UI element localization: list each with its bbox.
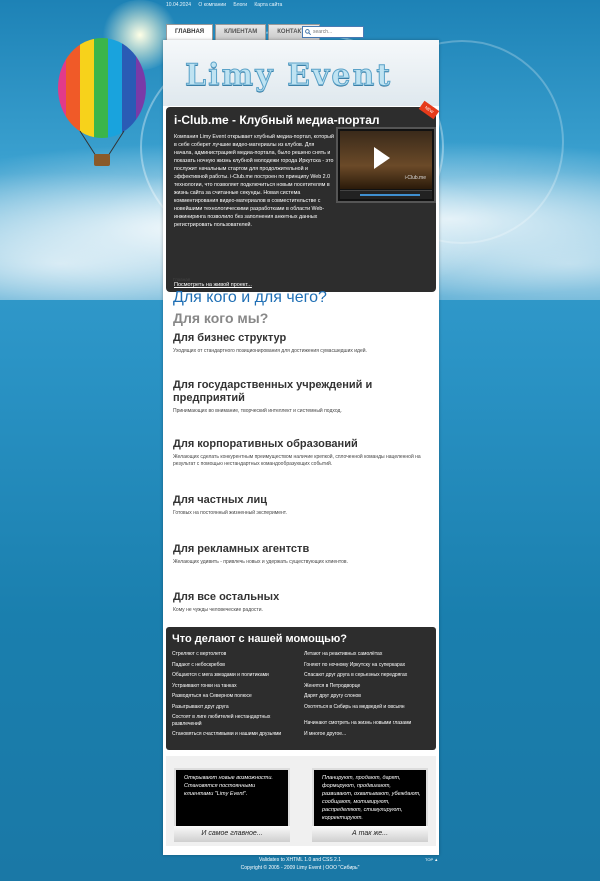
tab-clients[interactable]: Клиентам [215,24,267,40]
footer: Validates to XHTML 1.0 and CSS 2.1 Copyr… [0,856,600,872]
promo-card-caption: И самое главное... [174,826,290,842]
audience-title: Для частных лиц [173,494,268,506]
promo-card[interactable]: Открывают новые возможности. Становятся … [174,768,290,842]
what-we-do-left-list: Стреляют с вертолетов Падают с небоскреб… [172,649,300,740]
what-we-do-right-list: Летают на реактивных самолётах Гоняют по… [304,649,432,739]
audience-section: Для государственных учреждений и предпри… [173,379,428,415]
audience-title: Для рекламных агентств [173,543,310,555]
what-we-do-title: Что делают с нашей момощью? [172,633,347,645]
list-item: Охотяться в Сибирь на медведей и овсыян [304,703,405,710]
list-item: Общаются с мега звездами и политиками [172,672,269,678]
search-input[interactable] [313,29,361,35]
footer-copyright: Copyright © 2005 - 2009 Limy Event | ООО… [240,865,360,871]
top-bar-link-sitemap[interactable]: Карта сайта [254,2,282,8]
audience-text: Принимающих во внимание, творческий инте… [173,408,342,414]
play-icon[interactable] [374,147,390,169]
audience-text: Уходящих от стандартного позиционировани… [173,348,367,354]
search-box[interactable] [302,26,364,38]
list-item: Гоняют по ночному Иркутску на суперкарах [304,661,406,668]
header: Limy Event [163,40,439,106]
audience-title: Для все остальных [173,591,280,603]
list-item: Дарят друг другу слонов [304,693,361,699]
top-bar: 10.04.2024 О компании Блоги Карта сайта [166,0,288,10]
top-bar-date: 10.04.2024 [166,2,192,8]
what-we-do-panel: Что делают с нашей момощью? Стреляют с в… [166,627,436,750]
feature-text: Компания Limy Event открывает клубный ме… [174,134,334,228]
list-item: Стреляют с вертолетов [172,651,227,657]
top-bar-link-blogs[interactable]: Блоги [233,2,247,8]
feature-more-link[interactable]: Посмотреть на живой проект... [174,282,252,288]
feature-panel: NEW i-Club.me - Клубный медиа-портал Ком… [166,100,440,292]
video-controls[interactable] [340,190,432,199]
promo-card[interactable]: Планируют, продают, дарят, формируют, пр… [312,768,428,842]
list-item: Становяться счастливыми и нашими друзьям… [172,731,282,737]
audience-section: Для корпоративных образований Желающих с… [173,438,428,468]
breadcrumb[interactable]: Главная [173,277,190,282]
tab-home[interactable]: Главная [166,24,214,41]
list-item: Состоят в лиге любителей нестандартных р… [172,714,271,727]
promo-card-text: Открывают новые возможности. Становятся … [184,775,273,797]
audience-text: Желающих удивить - привлечь новых и удер… [173,559,348,565]
list-item: Начинают смотреть на жизнь новыми глазам… [304,720,412,726]
audience-text: Желающих сделать конкурентным преимущест… [173,454,421,467]
audience-title: Для государственных учреждений и предпри… [173,379,373,404]
page-subtitle: Для кого мы? [173,310,269,326]
audience-section: Для рекламных агентств Желающих удивить … [173,543,428,566]
list-item: Женятся в Петродворце [304,682,361,689]
audience-text: Готовых на постоянный жизненный эксперим… [173,510,287,516]
audience-section: Для бизнес структур Уходящих от стандарт… [173,332,428,355]
list-item: Разводяться на Северном полюсе [172,693,252,699]
list-item: Летают на реактивных самолётах [304,651,383,657]
audience-title: Для бизнес структур [173,332,287,344]
top-bar-link-about[interactable]: О компании [198,2,226,8]
main-nav-tabs: Главная Клиентам Контакты [166,24,322,41]
audience-title: Для корпоративных образований [173,438,358,450]
audience-section: Для частных лиц Готовых на постоянный жи… [173,494,428,517]
list-item: И многое другое... [304,730,347,737]
audience-section: Для все остальных Кому не чужды человече… [173,591,428,614]
footer-validation[interactable]: Validates to XHTML 1.0 and CSS 2.1 [0,856,600,864]
search-icon [305,29,311,35]
video-progress-bar[interactable] [360,194,420,196]
video-watermark: i-Club.me [404,175,426,181]
list-item: Падают с небоскребов [172,661,225,668]
promo-card-text: Планируют, продают, дарят, формируют, пр… [322,775,421,821]
list-item: Разыгрывают друг друга [172,703,229,710]
feature-title: i-Club.me - Клубный медиа-портал [174,113,380,127]
site-logo[interactable]: Limy Event [184,58,392,94]
audience-text: Кому не чужды человеческие радости. [173,607,263,613]
list-item: Устраивают гонки на танках [172,682,237,689]
video-player[interactable]: i-Club.me [336,127,436,203]
page-container: Limy Event NEW i-Club.me - Клубный медиа… [163,40,440,855]
page-title: Для кого и для чего? [173,289,327,306]
promo-card-caption: А так же... [312,826,428,842]
list-item: Спасают друг друга в серьезных передряга… [304,672,408,678]
cards-area: Открывают новые возможности. Становятся … [166,756,436,846]
